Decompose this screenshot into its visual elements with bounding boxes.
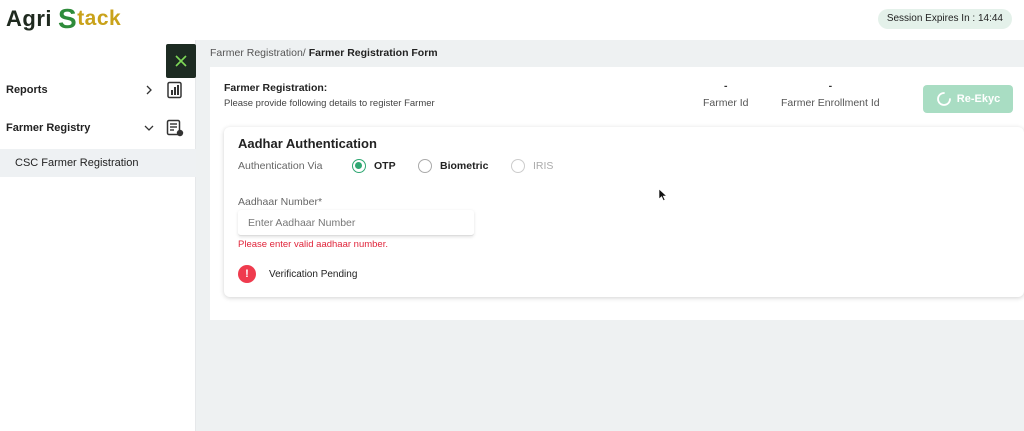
registration-panel: Farmer Registration: Please provide foll… bbox=[210, 67, 1024, 320]
main-content: Farmer Registration/Farmer Registration … bbox=[196, 40, 1024, 431]
farmer-id-label: Farmer Id bbox=[703, 97, 749, 109]
radio-otp[interactable]: OTP bbox=[352, 159, 396, 173]
registry-list-icon bbox=[166, 119, 184, 137]
sidebar-item-label: Farmer Registry bbox=[6, 122, 91, 134]
radio-circle bbox=[418, 159, 432, 173]
radio-circle bbox=[352, 159, 366, 173]
farmer-id-block: - Farmer Id bbox=[703, 81, 749, 109]
mouse-pointer-icon bbox=[658, 188, 668, 201]
chevron-down-icon bbox=[144, 125, 154, 131]
sidebar-subitem-label: CSC Farmer Registration bbox=[15, 157, 139, 169]
radio-label: OTP bbox=[374, 160, 396, 172]
aadhaar-number-input[interactable] bbox=[238, 210, 474, 236]
chevron-right-icon bbox=[146, 85, 152, 95]
refresh-spinner-icon bbox=[936, 92, 951, 106]
agristack-logo[interactable]: Agri S tack bbox=[6, 5, 121, 33]
alert-icon: ! bbox=[238, 265, 256, 283]
breadcrumb: Farmer Registration/Farmer Registration … bbox=[210, 47, 438, 59]
sidebar-close-button[interactable] bbox=[166, 44, 196, 78]
session-expiry-badge: Session Expires In : 14:44 bbox=[877, 9, 1012, 29]
radio-label: Biometric bbox=[440, 160, 489, 172]
radio-iris: IRIS bbox=[511, 159, 553, 173]
aadhaar-error-message: Please enter valid aadhaar number. bbox=[238, 239, 388, 250]
close-icon bbox=[175, 55, 187, 67]
sidebar-item-label: Reports bbox=[6, 84, 48, 96]
verification-status: ! Verification Pending bbox=[238, 265, 357, 283]
farmer-enrollment-id-label: Farmer Enrollment Id bbox=[781, 97, 880, 109]
sidebar-item-farmer-registry[interactable]: Farmer Registry bbox=[0, 116, 196, 140]
radio-label: IRIS bbox=[533, 160, 554, 172]
aadhaar-number-label: Aadhaar Number* bbox=[238, 196, 323, 208]
logo-word-agri: Agri bbox=[6, 6, 52, 31]
radio-circle bbox=[511, 159, 525, 173]
aadhar-authentication-title: Aadhar Authentication bbox=[238, 136, 377, 151]
sidebar: Reports Farmer Registry CSC Farmer Regis… bbox=[0, 40, 196, 431]
registration-description: Please provide following details to regi… bbox=[224, 98, 435, 109]
top-header: Agri S tack Session Expires In : 14:44 bbox=[0, 0, 1024, 40]
logo-word-tack: tack bbox=[77, 7, 122, 30]
sidebar-item-reports[interactable]: Reports bbox=[0, 78, 196, 102]
verification-status-text: Verification Pending bbox=[269, 268, 358, 280]
breadcrumb-current: Farmer Registration Form bbox=[308, 47, 438, 59]
logo-letter-s: S bbox=[58, 3, 78, 34]
farmer-id-value: - bbox=[724, 80, 728, 92]
registration-title: Farmer Registration: bbox=[224, 82, 328, 94]
farmer-enrollment-id-value: - bbox=[828, 80, 833, 92]
radio-biometric[interactable]: Biometric bbox=[418, 159, 488, 173]
sidebar-subitem-csc-farmer-registration[interactable]: CSC Farmer Registration bbox=[0, 149, 196, 177]
aadhar-authentication-card: Aadhar Authentication Authentication Via… bbox=[224, 127, 1024, 297]
report-chart-icon bbox=[167, 81, 182, 99]
re-ekyc-button[interactable]: Re-Ekyc bbox=[923, 85, 1013, 113]
breadcrumb-parent[interactable]: Farmer Registration/ bbox=[210, 47, 306, 59]
farmer-enrollment-id-block: - Farmer Enrollment Id bbox=[781, 81, 880, 109]
authentication-via-label: Authentication Via bbox=[238, 160, 323, 172]
re-ekyc-button-label: Re-Ekyc bbox=[956, 93, 1001, 105]
